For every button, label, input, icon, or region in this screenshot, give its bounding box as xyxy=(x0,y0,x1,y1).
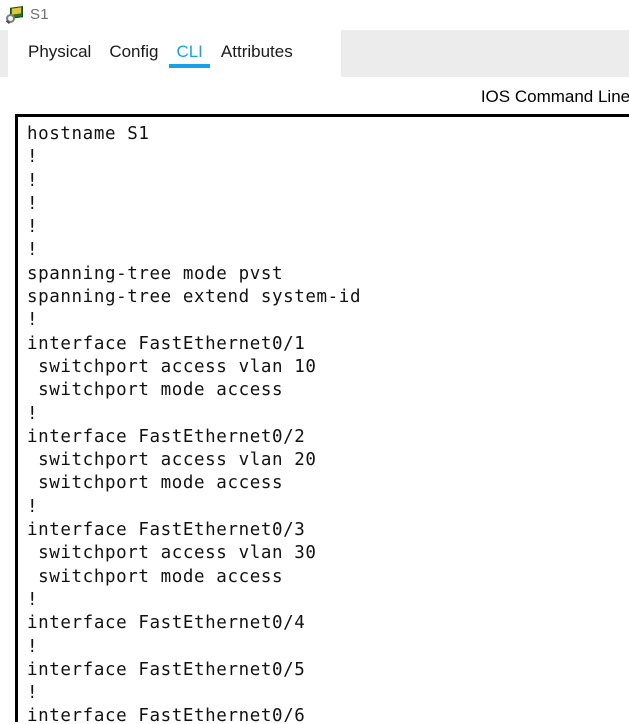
window-title: S1 xyxy=(30,6,49,23)
tab-config[interactable]: Config xyxy=(100,36,167,65)
cli-terminal-text[interactable]: hostname S1 ! ! ! ! ! spanning-tree mode… xyxy=(18,117,629,722)
cli-header: IOS Command Line Interface xyxy=(0,84,629,110)
tab-cli[interactable]: CLI xyxy=(167,36,211,68)
cli-header-title: IOS Command Line Interface xyxy=(480,87,629,106)
tab-attributes[interactable]: Attributes xyxy=(212,36,302,65)
cli-terminal[interactable]: hostname S1 ! ! ! ! ! spanning-tree mode… xyxy=(15,114,629,722)
window-title-bar: S1 xyxy=(0,0,629,30)
switch-magnifier-icon xyxy=(5,6,24,25)
tab-strip: Physical Config CLI Attributes xyxy=(8,36,302,76)
tab-physical[interactable]: Physical xyxy=(19,36,100,65)
